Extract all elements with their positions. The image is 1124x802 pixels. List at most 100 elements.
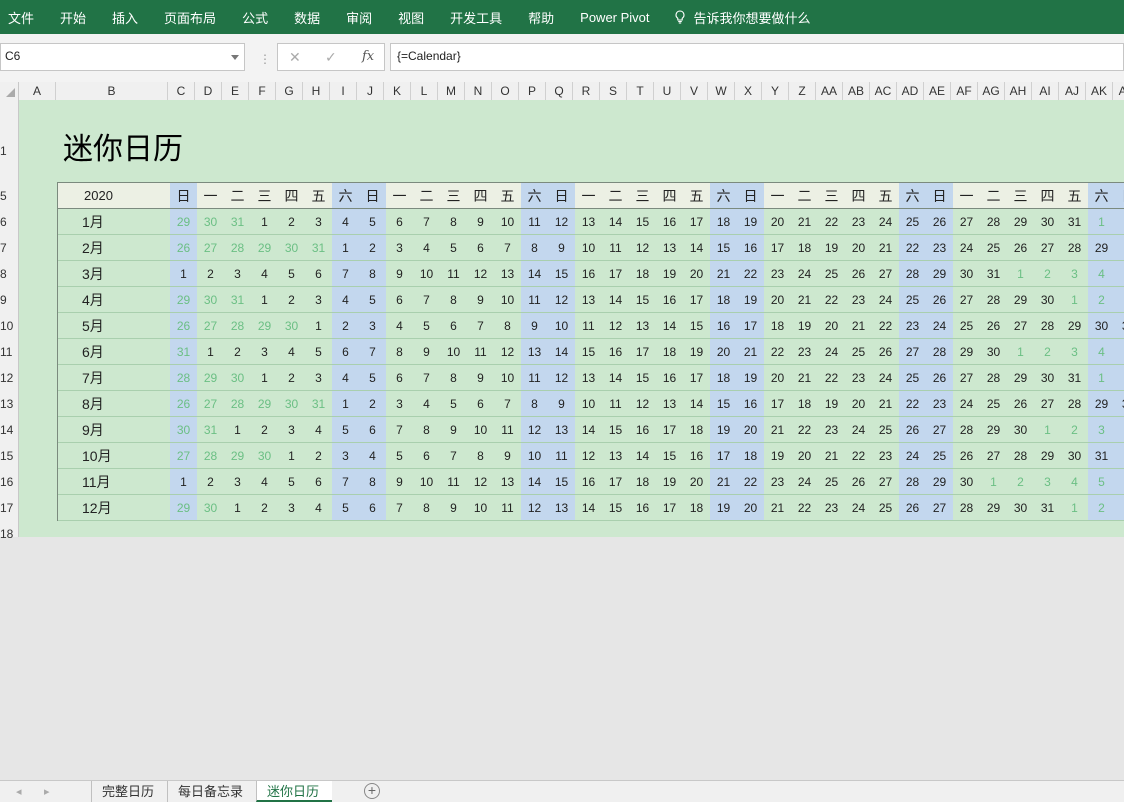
day-cell[interactable]: 29	[926, 469, 953, 495]
day-cell[interactable]: 30	[197, 287, 224, 313]
month-label[interactable]: 11月	[58, 469, 170, 495]
column-header[interactable]: I	[330, 82, 357, 100]
day-cell[interactable]: 20	[710, 339, 737, 365]
day-cell[interactable]: 16	[737, 235, 764, 261]
row-header[interactable]: 6	[0, 215, 18, 229]
weekday-header[interactable]: 四	[278, 183, 305, 209]
day-cell[interactable]: 10	[575, 235, 602, 261]
day-cell[interactable]: 23	[818, 417, 845, 443]
day-cell[interactable]: 24	[953, 391, 980, 417]
day-cell[interactable]: 29	[1088, 235, 1115, 261]
day-cell[interactable]: 19	[656, 469, 683, 495]
day-cell[interactable]: 19	[737, 287, 764, 313]
day-cell[interactable]: 18	[710, 287, 737, 313]
day-cell[interactable]: 19	[791, 313, 818, 339]
day-cell[interactable]: 11	[467, 339, 494, 365]
day-cell[interactable]: 3	[305, 209, 332, 235]
day-cell[interactable]: 5	[278, 261, 305, 287]
day-cell[interactable]: 2	[278, 209, 305, 235]
day-cell[interactable]: 3	[224, 261, 251, 287]
day-cell[interactable]: 4	[332, 209, 359, 235]
ribbon-tab[interactable]: 数据	[294, 8, 333, 27]
column-header[interactable]: M	[438, 82, 465, 100]
day-cell[interactable]: 15	[629, 209, 656, 235]
day-cell[interactable]: 13	[656, 235, 683, 261]
day-cell[interactable]: 8	[413, 417, 440, 443]
weekday-header[interactable]: 五	[683, 183, 710, 209]
day-cell[interactable]: 14	[521, 469, 548, 495]
day-cell[interactable]: 2	[251, 417, 278, 443]
day-cell[interactable]: 13	[575, 287, 602, 313]
day-cell[interactable]: 28	[1061, 235, 1088, 261]
day-cell[interactable]: 30	[224, 365, 251, 391]
day-cell[interactable]: 24	[926, 313, 953, 339]
day-cell[interactable]: 27	[953, 365, 980, 391]
day-cell[interactable]: 30	[170, 417, 197, 443]
column-header[interactable]: AB	[843, 82, 870, 100]
weekday-header[interactable]: 日	[548, 183, 575, 209]
day-cell[interactable]: 19	[737, 209, 764, 235]
day-cell[interactable]: 10	[440, 339, 467, 365]
day-cell[interactable]: 30	[1034, 287, 1061, 313]
month-label[interactable]: 3月	[58, 261, 170, 287]
day-cell[interactable]: 26	[845, 469, 872, 495]
day-cell[interactable]: 18	[683, 495, 710, 521]
ribbon-tab[interactable]: 公式	[242, 8, 281, 27]
day-cell[interactable]: 24	[845, 495, 872, 521]
day-cell[interactable]: 18	[791, 391, 818, 417]
day-cell[interactable]: 20	[818, 313, 845, 339]
day-cell[interactable]: 10	[494, 209, 521, 235]
day-cell[interactable]: 9	[467, 209, 494, 235]
row-header[interactable]: 11	[0, 345, 18, 359]
day-cell[interactable]: 7	[413, 287, 440, 313]
weekday-header[interactable]: 三	[251, 183, 278, 209]
insert-function-icon[interactable]: fx	[362, 49, 374, 64]
day-cell[interactable]: 5	[332, 495, 359, 521]
day-cell[interactable]: 6	[386, 365, 413, 391]
day-cell[interactable]: 1	[332, 235, 359, 261]
day-cell[interactable]: 29	[1007, 209, 1034, 235]
day-cell[interactable]: 27	[1007, 313, 1034, 339]
day-cell[interactable]: 27	[170, 443, 197, 469]
day-cell[interactable]: 26	[1007, 391, 1034, 417]
day-cell[interactable]: 12	[629, 235, 656, 261]
day-cell[interactable]: 13	[494, 469, 521, 495]
weekday-header[interactable]: 日	[170, 183, 197, 209]
day-cell[interactable]: 3	[332, 443, 359, 469]
day-cell[interactable]: 28	[980, 287, 1007, 313]
day-cell[interactable]: 30	[1061, 443, 1088, 469]
day-cell[interactable]: 6	[332, 339, 359, 365]
day-cell[interactable]: 14	[629, 443, 656, 469]
day-cell[interactable]: 1	[251, 287, 278, 313]
day-cell[interactable]: 8	[359, 469, 386, 495]
day-cell[interactable]: 8	[440, 365, 467, 391]
chevron-left-icon[interactable]: ◂	[16, 785, 22, 798]
day-cell[interactable]: 2	[1115, 209, 1124, 235]
day-cell[interactable]: 21	[764, 417, 791, 443]
day-cell[interactable]: 11	[521, 287, 548, 313]
column-header[interactable]: L	[411, 82, 438, 100]
day-cell[interactable]: 21	[818, 443, 845, 469]
day-cell[interactable]: 26	[899, 417, 926, 443]
column-header[interactable]: AK	[1086, 82, 1113, 100]
day-cell[interactable]: 7	[332, 469, 359, 495]
day-cell[interactable]: 15	[548, 469, 575, 495]
day-cell[interactable]: 22	[899, 235, 926, 261]
column-header[interactable]: E	[222, 82, 249, 100]
sheet-tab[interactable]: 完整日历	[91, 781, 167, 802]
day-cell[interactable]: 3	[386, 391, 413, 417]
day-cell[interactable]: 10	[494, 287, 521, 313]
day-cell[interactable]: 31	[1061, 365, 1088, 391]
day-cell[interactable]: 31	[197, 417, 224, 443]
day-cell[interactable]: 30	[1088, 313, 1115, 339]
column-header[interactable]: G	[276, 82, 303, 100]
day-cell[interactable]: 1	[1007, 339, 1034, 365]
day-cell[interactable]: 22	[818, 365, 845, 391]
day-cell[interactable]: 20	[737, 417, 764, 443]
day-cell[interactable]: 1	[197, 339, 224, 365]
column-header[interactable]: D	[195, 82, 222, 100]
day-cell[interactable]: 15	[548, 261, 575, 287]
day-cell[interactable]: 23	[791, 339, 818, 365]
day-cell[interactable]: 24	[872, 365, 899, 391]
day-cell[interactable]: 7	[440, 443, 467, 469]
